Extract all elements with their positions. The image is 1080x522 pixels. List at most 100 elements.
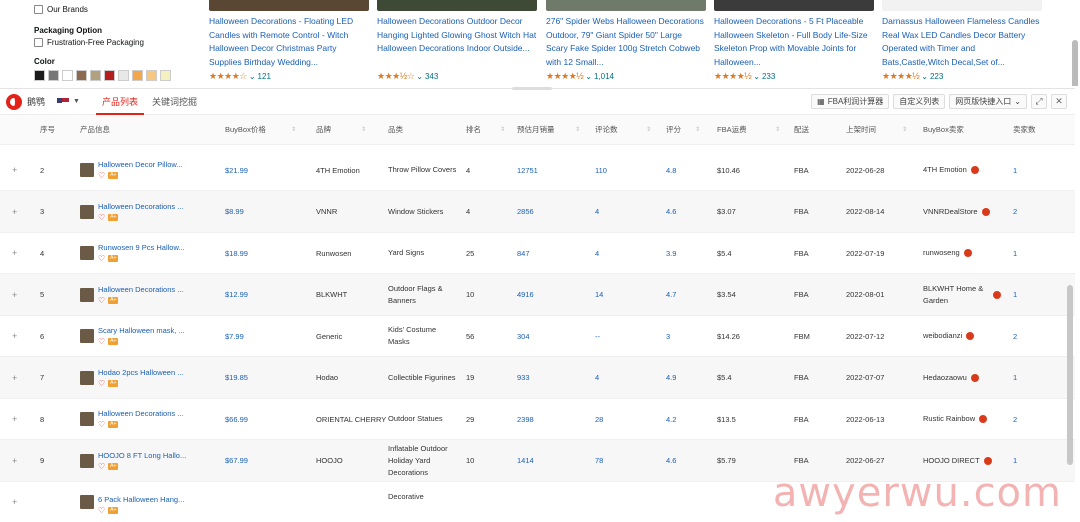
rating-count[interactable]: 121 xyxy=(258,70,271,84)
seller-name[interactable]: weibodianzi xyxy=(923,330,962,342)
seller-count[interactable]: 2 xyxy=(1013,315,1017,357)
review-count[interactable]: -- xyxy=(595,315,600,357)
color-swatch[interactable] xyxy=(132,70,143,81)
color-swatch[interactable] xyxy=(90,70,101,81)
product-title-link[interactable]: 6 Pack Halloween Hang... xyxy=(98,495,184,504)
tab-keyword-mining[interactable]: 关键词挖掘 xyxy=(152,89,197,115)
sort-icon[interactable]: ⇕ xyxy=(902,115,907,145)
product-info[interactable]: Runwosen 9 Pcs Hallow... ♡ A+ xyxy=(80,232,185,274)
product-title[interactable]: Halloween Decorations - Floating LED Can… xyxy=(209,15,369,69)
seller-name[interactable]: Rustic Rainbow xyxy=(923,413,975,425)
product-thumbnail[interactable] xyxy=(80,329,94,343)
product-rating[interactable]: ★★★★½ ⌄ 223 xyxy=(882,70,1042,84)
color-swatch[interactable] xyxy=(118,70,129,81)
seller-count[interactable]: 1 xyxy=(1013,357,1017,399)
product-title-link[interactable]: Halloween Decorations ... xyxy=(98,285,183,294)
col-reviews[interactable]: 评论数 xyxy=(595,115,618,145)
col-monthly-sales[interactable]: 预估月销量 xyxy=(517,115,555,145)
table-row[interactable]: +8 Halloween Decorations ... ♡ A+ $66.99 ORIE… xyxy=(0,398,1075,440)
product-info[interactable]: Scary Halloween mask, ... ♡ A+ xyxy=(80,315,185,357)
monthly-sales[interactable]: 2856 xyxy=(517,191,534,233)
color-swatch[interactable] xyxy=(146,70,157,81)
monthly-sales[interactable]: 847 xyxy=(517,232,530,274)
product-info[interactable]: 6 Pack Halloween Hang... ♡ A+ xyxy=(80,481,184,522)
product-thumbnail[interactable] xyxy=(80,412,94,426)
page-scrollbar[interactable] xyxy=(1072,40,1078,86)
checkbox[interactable] xyxy=(34,38,43,47)
color-swatch[interactable] xyxy=(76,70,87,81)
review-count[interactable]: 4 xyxy=(595,232,599,274)
favorite-heart-icon[interactable]: ♡ xyxy=(98,462,105,471)
tab-product-list[interactable]: 产品列表 xyxy=(95,89,144,115)
monthly-sales[interactable]: 2398 xyxy=(517,398,534,440)
chevron-down-icon[interactable]: ▼ xyxy=(73,98,80,105)
seller-name[interactable]: HOOJO DIRECT xyxy=(923,455,980,467)
product-image[interactable] xyxy=(209,0,369,11)
product-title[interactable]: Halloween Decorations - 5 Ft Placeable H… xyxy=(714,15,874,69)
product-info[interactable]: Halloween Decorations ... ♡ A+ xyxy=(80,398,183,440)
review-count[interactable]: 4 xyxy=(595,191,599,233)
checkbox[interactable] xyxy=(34,4,43,14)
expand-row-icon[interactable]: + xyxy=(12,315,17,357)
us-flag-icon[interactable] xyxy=(57,97,70,106)
col-rank[interactable]: 排名 xyxy=(466,115,481,145)
review-count[interactable]: 14 xyxy=(595,274,603,316)
quick-entry-dropdown[interactable]: 网页版快捷入口 ⌄ xyxy=(949,94,1027,109)
buybox-seller[interactable]: BLKWHT Home & Garden xyxy=(923,274,1001,316)
product-title-link[interactable]: Halloween Decorations ... xyxy=(98,202,183,211)
close-icon[interactable]: ✕ xyxy=(1051,94,1067,109)
col-fba-fee[interactable]: FBA运费 xyxy=(717,115,747,145)
seller-name[interactable]: 4TH Emotion xyxy=(923,164,967,176)
seller-name[interactable]: VNNRDealStore xyxy=(923,206,978,218)
product-image[interactable] xyxy=(882,0,1042,11)
color-swatch[interactable] xyxy=(160,70,171,81)
product-thumbnail[interactable] xyxy=(80,246,94,260)
product-thumbnail[interactable] xyxy=(80,204,94,219)
product-title[interactable]: Halloween Decorations Outdoor Decor Hang… xyxy=(377,15,537,69)
table-row[interactable]: +5 Halloween Decorations ... ♡ A+ $12.99 BLKW… xyxy=(0,273,1075,316)
favorite-heart-icon[interactable]: ♡ xyxy=(98,506,105,515)
col-listing-date[interactable]: 上架时间 xyxy=(846,115,876,145)
seller-name[interactable]: BLKWHT Home & Garden xyxy=(923,283,989,307)
buybox-seller[interactable]: 4TH Emotion xyxy=(923,149,1001,191)
table-scrollbar[interactable] xyxy=(1067,285,1073,465)
sort-icon[interactable]: ⇕ xyxy=(775,115,780,145)
col-rating[interactable]: 评分 xyxy=(666,115,681,145)
favorite-heart-icon[interactable]: ♡ xyxy=(98,171,105,180)
favorite-heart-icon[interactable]: ♡ xyxy=(98,379,105,388)
product-thumbnail[interactable] xyxy=(80,370,94,385)
product-title-link[interactable]: Halloween Decorations ... xyxy=(98,409,183,418)
seller-count[interactable]: 1 xyxy=(1013,274,1017,316)
custom-list-button[interactable]: 自定义列表 xyxy=(893,94,946,109)
rating-count[interactable]: 223 xyxy=(930,70,943,84)
product-title-link[interactable]: HOOJO 8 FT Long Hallo... xyxy=(98,451,186,460)
frustration-free-filter[interactable]: Frustration-Free Packaging xyxy=(34,38,204,47)
sort-icon[interactable]: ⇕ xyxy=(361,115,366,145)
product-thumbnail[interactable] xyxy=(80,495,94,509)
product-thumbnail[interactable] xyxy=(80,287,94,302)
review-count[interactable]: 78 xyxy=(595,440,603,482)
monthly-sales[interactable]: 304 xyxy=(517,315,530,357)
color-swatch[interactable] xyxy=(104,70,115,81)
product-image[interactable] xyxy=(377,0,537,11)
expand-row-icon[interactable]: + xyxy=(12,149,17,191)
product-thumbnail[interactable] xyxy=(80,163,94,177)
expand-row-icon[interactable]: + xyxy=(12,440,17,482)
table-row[interactable]: +7 Hodao 2pcs Halloween ... ♡ A+ $19.85 Hodao… xyxy=(0,356,1075,399)
product-rating[interactable]: ★★★★☆ ⌄ 121 xyxy=(209,70,369,84)
buybox-seller[interactable]: Hedaozaowu xyxy=(923,357,1001,399)
product-rating[interactable]: ★★★★½ ⌄ 1,014 xyxy=(546,70,706,84)
product-rating[interactable]: ★★★½☆ ⌄ 343 xyxy=(377,70,537,84)
favorite-heart-icon[interactable]: ♡ xyxy=(98,420,105,429)
review-count[interactable]: 4 xyxy=(595,357,599,399)
product-info[interactable]: Halloween Decorations ... ♡ A+ xyxy=(80,191,183,233)
product-rating[interactable]: ★★★★½ ⌄ 233 xyxy=(714,70,874,84)
product-info[interactable]: HOOJO 8 FT Long Hallo... ♡ A+ xyxy=(80,440,186,482)
monthly-sales[interactable]: 933 xyxy=(517,357,530,399)
fba-calculator-button[interactable]: ▦ FBA利润计算器 xyxy=(811,94,890,109)
product-thumbnail[interactable] xyxy=(80,453,94,468)
seller-count[interactable]: 1 xyxy=(1013,149,1017,191)
favorite-heart-icon[interactable]: ♡ xyxy=(98,254,105,263)
table-row[interactable]: +6 Scary Halloween mask, ... ♡ A+ $7.99 Gener… xyxy=(0,315,1075,357)
sort-icon[interactable]: ⇕ xyxy=(575,115,580,145)
